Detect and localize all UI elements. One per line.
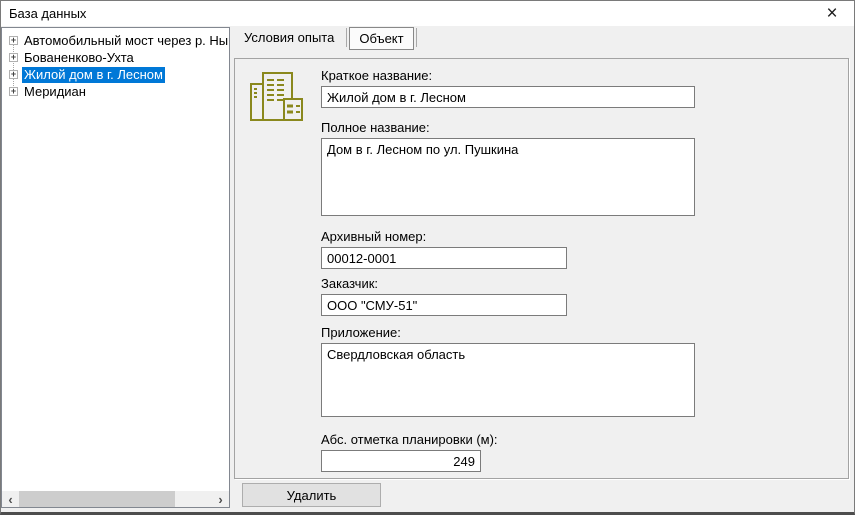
abs-elevation-label: Абс. отметка планировки (м):	[321, 432, 695, 447]
tree-item-label[interactable]: Бованенково-Ухта	[22, 50, 136, 66]
tab-separator	[346, 28, 347, 47]
tree-item-bovanenkovo[interactable]: + Бованенково-Ухта	[2, 49, 229, 66]
tree-horizontal-scrollbar[interactable]: ‹ ›	[2, 491, 229, 507]
expand-plus-icon[interactable]: +	[9, 70, 18, 79]
close-icon[interactable]: ×	[816, 1, 848, 26]
tree-item-zhiloy-dom[interactable]: + Жилой дом в г. Лесном	[2, 66, 229, 83]
tab-separator	[416, 28, 417, 47]
tab-experiment-conditions[interactable]: Условия опыта	[234, 26, 344, 48]
database-dialog: База данных × + Автомобильный мост через…	[0, 0, 855, 515]
scroll-right-icon[interactable]: ›	[212, 491, 229, 507]
tab-strip: Условия опыта Объект	[234, 26, 419, 49]
full-name-textarea[interactable]: Дом в г. Лесном по ул. Пушкина	[321, 138, 695, 216]
tree-item-label[interactable]: Меридиан	[22, 84, 88, 100]
object-group-panel: Краткое название: Полное название: Дом в…	[234, 58, 849, 479]
appendix-textarea[interactable]: Свердловская область	[321, 343, 695, 417]
appendix-label: Приложение:	[321, 325, 695, 340]
buildings-icon	[249, 71, 303, 121]
field-archive-number: Архивный номер:	[321, 229, 695, 269]
window-title: База данных	[1, 6, 86, 21]
tree-item-most[interactable]: + Автомобильный мост через р. Ныр	[2, 32, 229, 49]
scroll-left-icon[interactable]: ‹	[2, 491, 19, 507]
field-customer: Заказчик:	[321, 276, 695, 316]
object-form: Краткое название: Полное название: Дом в…	[321, 59, 695, 472]
project-tree-panel: + Автомобильный мост через р. Ныр + Бова…	[1, 27, 230, 508]
abs-elevation-input[interactable]	[321, 450, 481, 472]
tree-item-label-selected[interactable]: Жилой дом в г. Лесном	[22, 67, 165, 83]
field-full-name: Полное название: Дом в г. Лесном по ул. …	[321, 120, 695, 216]
customer-input[interactable]	[321, 294, 567, 316]
delete-button[interactable]: Удалить	[242, 483, 381, 507]
expand-plus-icon[interactable]: +	[9, 53, 18, 62]
tree-item-label[interactable]: Автомобильный мост через р. Ныр	[22, 33, 229, 49]
tab-object[interactable]: Объект	[349, 27, 413, 50]
expand-plus-icon[interactable]: +	[9, 87, 18, 96]
short-name-input[interactable]	[321, 86, 695, 108]
field-short-name: Краткое название:	[321, 68, 695, 108]
expand-plus-icon[interactable]: +	[9, 36, 18, 45]
archive-number-input[interactable]	[321, 247, 567, 269]
archive-number-label: Архивный номер:	[321, 229, 695, 244]
field-appendix: Приложение: Свердловская область	[321, 325, 695, 417]
customer-label: Заказчик:	[321, 276, 695, 291]
field-abs-elevation: Абс. отметка планировки (м):	[321, 432, 695, 472]
tree-item-meridian[interactable]: + Меридиан	[2, 83, 229, 100]
scrollbar-thumb[interactable]	[19, 491, 175, 507]
delete-button-label: Удалить	[287, 488, 337, 503]
titlebar: База данных ×	[1, 1, 854, 26]
short-name-label: Краткое название:	[321, 68, 695, 83]
full-name-label: Полное название:	[321, 120, 695, 135]
project-tree: + Автомобильный мост через р. Ныр + Бова…	[2, 32, 229, 100]
